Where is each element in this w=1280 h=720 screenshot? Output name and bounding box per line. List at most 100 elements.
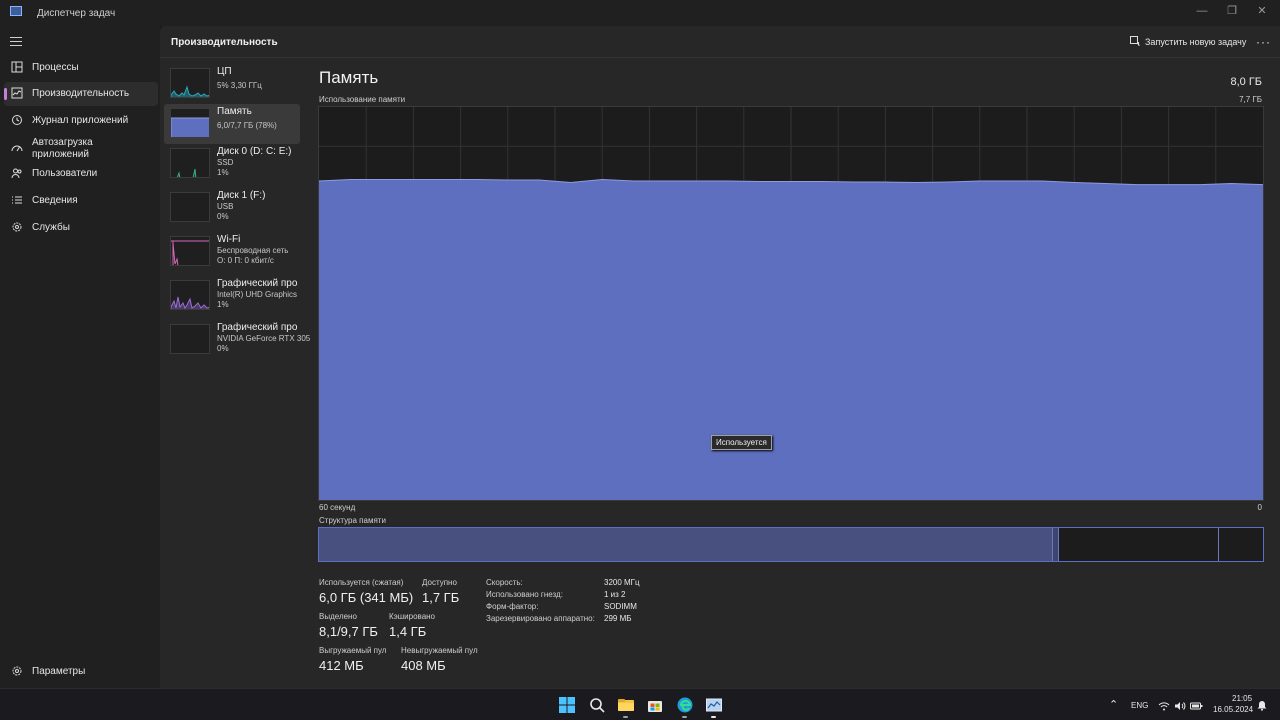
resource-disk-1[interactable]: Диск 1 (F:) USB 0% [164, 188, 300, 228]
edge-icon[interactable] [677, 697, 693, 713]
running-indicator [682, 716, 687, 718]
resource-cpu[interactable]: ЦП 5% 3,30 ГГц [164, 64, 300, 104]
resource-name: Wi-Fi [217, 234, 241, 245]
available-value: 1,7 ГБ [422, 590, 460, 605]
run-task-label: Запустить новую задачу [1145, 37, 1247, 47]
wifi-icon[interactable] [1158, 700, 1170, 712]
sidebar-item-processes[interactable]: Процессы [4, 56, 158, 80]
sidebar-item-details[interactable]: Сведения [4, 189, 158, 213]
task-manager-taskbar-icon[interactable] [706, 697, 722, 713]
users-icon [11, 168, 22, 179]
in-use-label: Используется (сжатая) [319, 578, 404, 587]
sidebar-item-label: Параметры [32, 666, 86, 677]
clock-date[interactable]: 16.05.2024 [1213, 705, 1253, 714]
usage-graph-label: Использование памяти [319, 95, 406, 104]
main-area: Производительность Запустить новую задач… [160, 26, 1280, 688]
restore-button[interactable]: ❐ [1217, 3, 1247, 19]
time-axis-end: 0 [1257, 503, 1262, 512]
gear-icon [12, 666, 22, 676]
cached-label: Кэшировано [389, 612, 436, 621]
disk-1-thumbnail [170, 192, 210, 222]
taskbar: ⌃ ENG 21:05 16.05.2024 [0, 688, 1280, 720]
slots-value: 1 из 2 [604, 590, 626, 599]
processes-icon [11, 61, 23, 73]
start-button-icon[interactable] [559, 697, 575, 713]
memory-usage-graph[interactable] [318, 106, 1264, 501]
battery-icon[interactable] [1190, 700, 1203, 712]
sidebar-item-performance[interactable]: Производительность [4, 82, 158, 106]
file-explorer-icon[interactable] [618, 697, 634, 713]
sidebar-item-label: Автозагрузка приложений [32, 137, 93, 160]
resource-gpu-0[interactable]: Графический про Intel(R) UHD Graphics 1% [164, 276, 300, 316]
hamburger-menu-icon[interactable] [10, 34, 22, 49]
resource-type: USB [217, 202, 234, 211]
clock-time[interactable]: 21:05 [1232, 694, 1252, 703]
resource-name: Диск 0 (D: C: E:) [217, 146, 292, 157]
sidebar-item-settings[interactable]: Параметры [4, 660, 158, 684]
run-task-icon [1130, 36, 1140, 46]
disk-0-thumbnail [170, 148, 210, 178]
resource-type: Intel(R) UHD Graphics [217, 290, 298, 299]
nonpaged-pool-label: Невыгружаемый пул [401, 646, 478, 655]
structure-in-use [319, 528, 1053, 561]
committed-label: Выделено [319, 612, 357, 621]
app-history-icon [12, 115, 22, 125]
form-factor-value: SODIMM [604, 602, 637, 611]
running-indicator [623, 716, 628, 718]
services-icon [12, 222, 22, 232]
hardware-reserved-key: Зарезервировано аппаратно: [486, 614, 595, 623]
resource-wifi[interactable]: Wi-Fi Беспроводная сеть О: 0 П: 0 кбит/с [164, 232, 300, 272]
search-icon[interactable] [589, 697, 605, 713]
more-options-button[interactable]: ··· [1256, 35, 1271, 49]
active-indicator [4, 88, 7, 100]
slots-key: Использовано гнезд: [486, 590, 563, 599]
hardware-reserved-value: 299 МБ [604, 614, 632, 623]
resource-gpu-1[interactable]: Графический про NVIDIA GeForce RTX 305 0… [164, 320, 310, 360]
page-title: Производительность [171, 37, 278, 48]
volume-icon[interactable] [1174, 700, 1186, 712]
memory-structure-bar[interactable] [318, 527, 1264, 562]
sidebar-item-label: Службы [32, 222, 70, 233]
close-button[interactable]: ✕ [1247, 3, 1277, 19]
startup-icon [11, 145, 23, 152]
sidebar-item-services[interactable]: Службы [4, 216, 158, 240]
sidebar-item-users[interactable]: Пользователи [4, 162, 158, 186]
resource-usage: 0% [217, 212, 229, 221]
resource-name: Память [217, 106, 252, 117]
performance-icon [11, 87, 23, 99]
sidebar-item-label: Производительность [32, 88, 130, 99]
available-label: Доступно [422, 578, 457, 587]
sidebar-item-app-history[interactable]: Журнал приложений [4, 109, 158, 133]
sidebar-item-label: Пользователи [32, 168, 98, 179]
paged-pool-value: 412 МБ [319, 658, 364, 673]
memory-thumbnail [170, 108, 210, 138]
structure-standby [1059, 528, 1219, 561]
input-language[interactable]: ENG [1131, 701, 1148, 710]
details-icon [12, 196, 22, 204]
resource-disk-0[interactable]: Диск 0 (D: C: E:) SSD 1% [164, 144, 300, 184]
graph-tooltip: Используется [711, 435, 772, 450]
gpu-1-thumbnail [170, 324, 210, 354]
time-axis-start: 60 секунд [319, 503, 356, 512]
cpu-thumbnail [170, 68, 210, 98]
sidebar-item-startup[interactable]: Автозагрузка приложений [4, 137, 158, 163]
resource-detail: 6,0/7,7 ГБ (78%) [217, 121, 277, 130]
sidebar-item-label: Процессы [32, 62, 79, 73]
active-indicator [711, 716, 716, 718]
memory-panel: Память 8,0 ГБ Использование памяти 7,7 Г… [318, 66, 1268, 676]
store-icon[interactable] [647, 697, 663, 713]
paged-pool-label: Выгружаемый пул [319, 646, 387, 655]
in-use-value: 6,0 ГБ (341 МБ) [319, 590, 414, 605]
show-hidden-icons-button[interactable]: ⌃ [1109, 698, 1118, 711]
speed-value: 3200 МГц [604, 578, 640, 587]
resource-memory[interactable]: Память 6,0/7,7 ГБ (78%) [164, 104, 300, 144]
resource-name: Графический про [217, 278, 298, 289]
window-title: Диспетчер задач [37, 8, 116, 19]
resource-usage: О: 0 П: 0 кбит/с [217, 256, 274, 265]
minimize-button[interactable]: — [1187, 3, 1217, 19]
memory-total: 8,0 ГБ [1230, 76, 1262, 88]
gpu-0-thumbnail [170, 280, 210, 310]
notification-bell-icon[interactable] [1257, 700, 1267, 711]
resource-usage: 1% [217, 300, 229, 309]
resource-type: SSD [217, 158, 234, 167]
